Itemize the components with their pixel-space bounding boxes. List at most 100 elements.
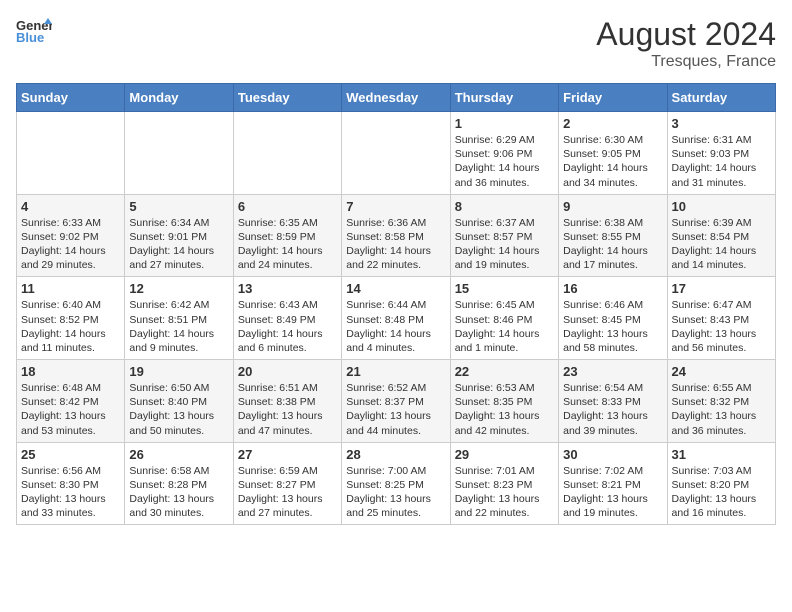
day-info: Sunrise: 6:42 AM Sunset: 8:51 PM Dayligh… [129, 298, 228, 355]
day-number: 21 [346, 364, 445, 379]
day-info: Sunrise: 6:52 AM Sunset: 8:37 PM Dayligh… [346, 381, 445, 438]
day-number: 4 [21, 199, 120, 214]
day-number: 22 [455, 364, 554, 379]
day-info: Sunrise: 6:44 AM Sunset: 8:48 PM Dayligh… [346, 298, 445, 355]
day-info: Sunrise: 6:33 AM Sunset: 9:02 PM Dayligh… [21, 216, 120, 273]
week-row-1: 1 Sunrise: 6:29 AM Sunset: 9:06 PM Daylig… [17, 112, 776, 195]
day-number: 14 [346, 281, 445, 296]
day-cell: 28 Sunrise: 7:00 AM Sunset: 8:25 PM Dayli… [342, 442, 450, 525]
day-info: Sunrise: 6:37 AM Sunset: 8:57 PM Dayligh… [455, 216, 554, 273]
day-cell: 30 Sunrise: 7:02 AM Sunset: 8:21 PM Dayli… [559, 442, 667, 525]
day-info: Sunrise: 6:48 AM Sunset: 8:42 PM Dayligh… [21, 381, 120, 438]
day-number: 1 [455, 116, 554, 131]
day-cell: 1 Sunrise: 6:29 AM Sunset: 9:06 PM Daylig… [450, 112, 558, 195]
day-number: 27 [238, 447, 337, 462]
day-number: 13 [238, 281, 337, 296]
day-number: 26 [129, 447, 228, 462]
day-cell: 22 Sunrise: 6:53 AM Sunset: 8:35 PM Dayli… [450, 360, 558, 443]
logo: General Blue [16, 16, 52, 46]
day-info: Sunrise: 6:29 AM Sunset: 9:06 PM Dayligh… [455, 133, 554, 190]
day-cell: 19 Sunrise: 6:50 AM Sunset: 8:40 PM Dayli… [125, 360, 233, 443]
day-number: 31 [672, 447, 771, 462]
day-cell: 15 Sunrise: 6:45 AM Sunset: 8:46 PM Dayli… [450, 277, 558, 360]
day-number: 11 [21, 281, 120, 296]
day-info: Sunrise: 6:55 AM Sunset: 8:32 PM Dayligh… [672, 381, 771, 438]
day-cell [17, 112, 125, 195]
day-number: 5 [129, 199, 228, 214]
day-number: 3 [672, 116, 771, 131]
logo-icon: General Blue [16, 16, 52, 46]
day-cell: 9 Sunrise: 6:38 AM Sunset: 8:55 PM Daylig… [559, 194, 667, 277]
calendar: SundayMondayTuesdayWednesdayThursdayFrid… [16, 83, 776, 525]
day-cell: 11 Sunrise: 6:40 AM Sunset: 8:52 PM Dayli… [17, 277, 125, 360]
day-number: 12 [129, 281, 228, 296]
day-info: Sunrise: 6:35 AM Sunset: 8:59 PM Dayligh… [238, 216, 337, 273]
day-cell: 10Sunrise: 6:39 AM Sunset: 8:54 PM Dayli… [667, 194, 775, 277]
day-number: 29 [455, 447, 554, 462]
day-cell: 6 Sunrise: 6:35 AM Sunset: 8:59 PM Daylig… [233, 194, 341, 277]
day-info: Sunrise: 6:53 AM Sunset: 8:35 PM Dayligh… [455, 381, 554, 438]
day-number: 19 [129, 364, 228, 379]
weekday-header-friday: Friday [559, 84, 667, 112]
day-cell [125, 112, 233, 195]
day-cell: 29 Sunrise: 7:01 AM Sunset: 8:23 PM Dayli… [450, 442, 558, 525]
day-cell: 23Sunrise: 6:54 AM Sunset: 8:33 PM Dayli… [559, 360, 667, 443]
day-info: Sunrise: 7:00 AM Sunset: 8:25 PM Dayligh… [346, 464, 445, 521]
week-row-3: 11 Sunrise: 6:40 AM Sunset: 8:52 PM Dayli… [17, 277, 776, 360]
day-cell: 21 Sunrise: 6:52 AM Sunset: 8:37 PM Dayli… [342, 360, 450, 443]
day-cell: 20Sunrise: 6:51 AM Sunset: 8:38 PM Dayli… [233, 360, 341, 443]
day-info: Sunrise: 6:56 AM Sunset: 8:30 PM Dayligh… [21, 464, 120, 521]
weekday-header-row: SundayMondayTuesdayWednesdayThursdayFrid… [17, 84, 776, 112]
day-cell: 2Sunrise: 6:30 AM Sunset: 9:05 PM Daylig… [559, 112, 667, 195]
day-cell: 8 Sunrise: 6:37 AM Sunset: 8:57 PM Daylig… [450, 194, 558, 277]
day-number: 15 [455, 281, 554, 296]
day-info: Sunrise: 6:34 AM Sunset: 9:01 PM Dayligh… [129, 216, 228, 273]
day-cell: 5 Sunrise: 6:34 AM Sunset: 9:01 PM Daylig… [125, 194, 233, 277]
day-number: 2 [563, 116, 662, 131]
weekday-header-sunday: Sunday [17, 84, 125, 112]
day-cell: 16Sunrise: 6:46 AM Sunset: 8:45 PM Dayli… [559, 277, 667, 360]
day-number: 9 [563, 199, 662, 214]
day-info: Sunrise: 6:50 AM Sunset: 8:40 PM Dayligh… [129, 381, 228, 438]
weekday-header-tuesday: Tuesday [233, 84, 341, 112]
day-info: Sunrise: 7:02 AM Sunset: 8:21 PM Dayligh… [563, 464, 662, 521]
day-info: Sunrise: 6:54 AM Sunset: 8:33 PM Dayligh… [563, 381, 662, 438]
day-cell: 17Sunrise: 6:47 AM Sunset: 8:43 PM Dayli… [667, 277, 775, 360]
day-number: 18 [21, 364, 120, 379]
weekday-header-saturday: Saturday [667, 84, 775, 112]
day-number: 25 [21, 447, 120, 462]
day-info: Sunrise: 6:40 AM Sunset: 8:52 PM Dayligh… [21, 298, 120, 355]
title-area: August 2024 Tresques, France [596, 16, 776, 71]
day-cell: 13 Sunrise: 6:43 AM Sunset: 8:49 PM Dayli… [233, 277, 341, 360]
svg-text:Blue: Blue [16, 30, 44, 45]
day-number: 28 [346, 447, 445, 462]
day-info: Sunrise: 6:59 AM Sunset: 8:27 PM Dayligh… [238, 464, 337, 521]
day-info: Sunrise: 6:51 AM Sunset: 8:38 PM Dayligh… [238, 381, 337, 438]
day-number: 30 [563, 447, 662, 462]
day-info: Sunrise: 6:38 AM Sunset: 8:55 PM Dayligh… [563, 216, 662, 273]
day-cell [233, 112, 341, 195]
day-info: Sunrise: 6:36 AM Sunset: 8:58 PM Dayligh… [346, 216, 445, 273]
header: General Blue August 2024 Tresques, Franc… [16, 16, 776, 71]
day-cell: 31 Sunrise: 7:03 AM Sunset: 8:20 PM Dayli… [667, 442, 775, 525]
week-row-5: 25 Sunrise: 6:56 AM Sunset: 8:30 PM Dayli… [17, 442, 776, 525]
day-cell: 18 Sunrise: 6:48 AM Sunset: 8:42 PM Dayli… [17, 360, 125, 443]
week-row-4: 18 Sunrise: 6:48 AM Sunset: 8:42 PM Dayli… [17, 360, 776, 443]
day-number: 6 [238, 199, 337, 214]
day-number: 17 [672, 281, 771, 296]
day-info: Sunrise: 6:43 AM Sunset: 8:49 PM Dayligh… [238, 298, 337, 355]
weekday-header-thursday: Thursday [450, 84, 558, 112]
day-info: Sunrise: 7:01 AM Sunset: 8:23 PM Dayligh… [455, 464, 554, 521]
day-number: 8 [455, 199, 554, 214]
day-cell: 26Sunrise: 6:58 AM Sunset: 8:28 PM Dayli… [125, 442, 233, 525]
day-cell: 14 Sunrise: 6:44 AM Sunset: 8:48 PM Dayli… [342, 277, 450, 360]
day-info: Sunrise: 6:46 AM Sunset: 8:45 PM Dayligh… [563, 298, 662, 355]
day-info: Sunrise: 6:31 AM Sunset: 9:03 PM Dayligh… [672, 133, 771, 190]
day-cell: 7Sunrise: 6:36 AM Sunset: 8:58 PM Daylig… [342, 194, 450, 277]
weekday-header-wednesday: Wednesday [342, 84, 450, 112]
day-info: Sunrise: 6:45 AM Sunset: 8:46 PM Dayligh… [455, 298, 554, 355]
location: Tresques, France [596, 53, 776, 71]
month-year: August 2024 [596, 16, 776, 53]
day-cell: 27 Sunrise: 6:59 AM Sunset: 8:27 PM Dayli… [233, 442, 341, 525]
day-info: Sunrise: 7:03 AM Sunset: 8:20 PM Dayligh… [672, 464, 771, 521]
